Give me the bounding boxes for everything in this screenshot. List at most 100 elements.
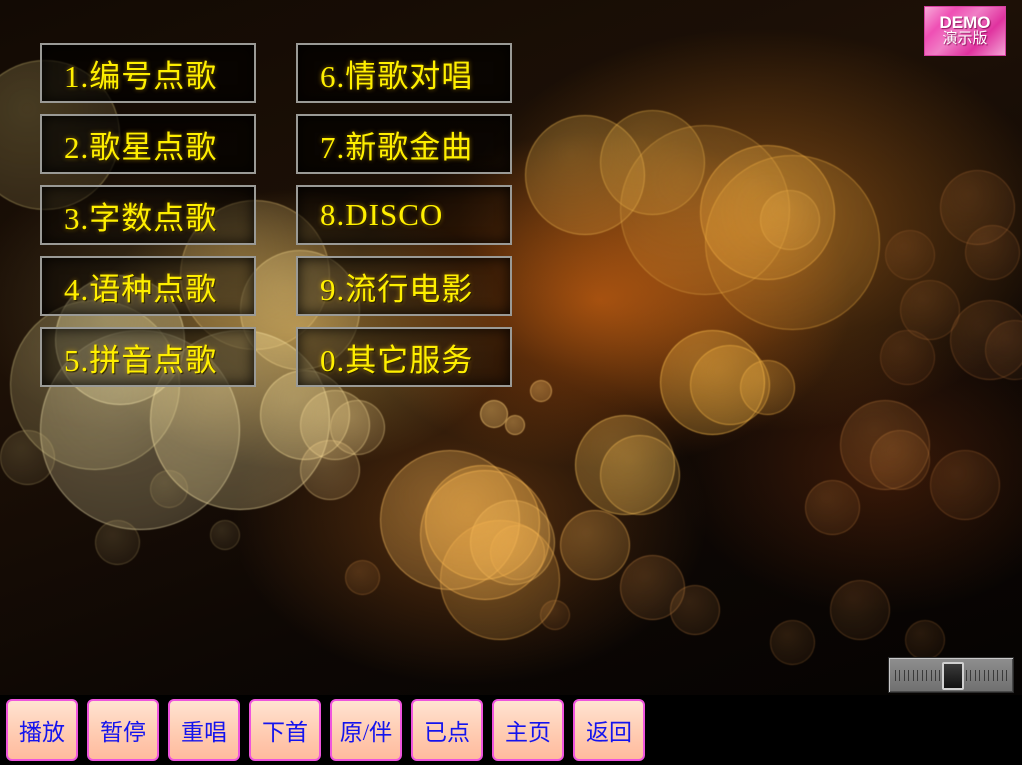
- bokeh-circle: [660, 330, 765, 435]
- menu-button-7[interactable]: 7.新歌金曲: [296, 114, 512, 174]
- bokeh-circle: [985, 320, 1022, 380]
- control-button-replay[interactable]: 重唱: [168, 699, 240, 761]
- menu-button-label: 7.新歌金曲: [320, 129, 474, 165]
- demo-badge-line2: 演示版: [942, 31, 988, 48]
- bokeh-circle: [700, 145, 835, 280]
- slider-tick: [903, 670, 905, 681]
- menu-button-2[interactable]: 2.歌星点歌: [40, 114, 256, 174]
- bokeh-circle: [965, 225, 1020, 280]
- bokeh-circle: [900, 280, 960, 340]
- control-button-label: 返回: [586, 720, 632, 745]
- demo-badge-line1: DEMO: [939, 13, 991, 33]
- bokeh-circle: [770, 620, 815, 665]
- bokeh-circle: [870, 430, 930, 490]
- bokeh-circle: [380, 450, 520, 590]
- bokeh-circle: [505, 415, 525, 435]
- slider-tick: [908, 670, 910, 681]
- bokeh-circle: [480, 400, 508, 428]
- menu-button-label: 9.流行电影: [320, 271, 474, 307]
- bokeh-circle: [885, 230, 935, 280]
- bokeh-circle: [425, 465, 540, 580]
- bokeh-circle: [760, 190, 820, 250]
- control-button-vocal-toggle[interactable]: 原/伴: [330, 699, 402, 761]
- bokeh-circle: [540, 600, 570, 630]
- menu-button-5[interactable]: 5.拼音点歌: [40, 327, 256, 387]
- slider-thumb[interactable]: [942, 662, 964, 690]
- bokeh-circle: [525, 115, 645, 235]
- slider-tick: [979, 670, 981, 681]
- slider-tick: [1001, 670, 1003, 681]
- menu-button-label: 1.编号点歌: [64, 58, 218, 94]
- menu-button-label: 6.情歌对唱: [320, 58, 474, 94]
- slider-tick: [930, 670, 932, 681]
- control-button-label: 主页: [505, 720, 551, 745]
- menu-button-4[interactable]: 4.语种点歌: [40, 256, 256, 316]
- bokeh-circle: [690, 345, 770, 425]
- menu-button-label: 0.其它服务: [320, 342, 474, 378]
- slider-tick: [939, 670, 941, 681]
- control-button-next[interactable]: 下首: [249, 699, 321, 761]
- control-button-label: 播放: [19, 720, 65, 745]
- menu-button-label: 4.语种点歌: [64, 271, 218, 307]
- bokeh-circle: [705, 155, 880, 330]
- bokeh-circle: [150, 470, 188, 508]
- bokeh-circle: [470, 500, 555, 585]
- control-button-label: 暂停: [100, 720, 146, 745]
- control-bar: 播放暂停重唱下首原/伴已点主页返回 热烈的欢迎您的到 音乐无限点歌台 当下软件园…: [0, 695, 1022, 765]
- ktv-main-screen: 1.编号点歌 2.歌星点歌 3.字数点歌 4.语种点歌 5.拼音点歌 6.情歌对唱 7.新歌…: [0, 0, 1022, 765]
- slider-tick: [921, 670, 923, 681]
- menu-button-0[interactable]: 0.其它服务: [296, 327, 512, 387]
- slider-tick: [988, 670, 990, 681]
- menu-button-6[interactable]: 6.情歌对唱: [296, 43, 512, 103]
- menu-button-label: 2.歌星点歌: [64, 129, 218, 165]
- bokeh-circle: [930, 450, 1000, 520]
- slider-tick: [912, 670, 914, 681]
- bokeh-circle: [740, 360, 795, 415]
- bokeh-circle: [420, 470, 550, 600]
- control-button-label: 下首: [262, 720, 308, 745]
- demo-badge: DEMO 演示版: [924, 6, 1006, 56]
- control-button-back[interactable]: 返回: [573, 699, 645, 761]
- control-button-label: 原/伴: [339, 720, 393, 745]
- menu-button-1[interactable]: 1.编号点歌: [40, 43, 256, 103]
- slider-tick: [895, 670, 896, 681]
- slider-tick: [997, 670, 999, 681]
- menu-button-9[interactable]: 9.流行电影: [296, 256, 512, 316]
- bokeh-circle: [0, 430, 55, 485]
- bokeh-circle: [490, 525, 545, 580]
- menu-button-3[interactable]: 3.字数点歌: [40, 185, 256, 245]
- bokeh-circle: [880, 330, 935, 385]
- bokeh-circle: [830, 580, 890, 640]
- bokeh-circle: [840, 400, 930, 490]
- slider-tick: [974, 670, 976, 681]
- control-button-pause[interactable]: 暂停: [87, 699, 159, 761]
- menu-button-8[interactable]: 8.DISCO: [296, 185, 512, 245]
- bokeh-circle: [95, 520, 140, 565]
- bokeh-circle: [300, 440, 360, 500]
- bokeh-circle: [805, 480, 860, 535]
- slider-tick: [966, 670, 967, 681]
- bokeh-circle: [600, 110, 705, 215]
- bokeh-circle: [560, 510, 630, 580]
- bokeh-circle: [600, 435, 680, 515]
- bokeh-circle: [620, 125, 790, 295]
- volume-slider[interactable]: [888, 657, 1014, 693]
- bokeh-circle: [950, 300, 1022, 380]
- bokeh-circle: [330, 400, 385, 455]
- control-button-home[interactable]: 主页: [492, 699, 564, 761]
- menu-button-label: 3.字数点歌: [64, 200, 218, 236]
- control-button-label: 重唱: [181, 720, 227, 745]
- bokeh-circle: [345, 560, 380, 595]
- slider-tick: [970, 670, 972, 681]
- menu-button-label: 8.DISCO: [320, 197, 444, 232]
- bokeh-circle: [905, 620, 945, 660]
- slider-tick: [992, 670, 994, 681]
- slider-tick: [983, 670, 985, 681]
- control-button-queue[interactable]: 已点: [411, 699, 483, 761]
- control-button-play[interactable]: 播放: [6, 699, 78, 761]
- bokeh-circle: [210, 520, 240, 550]
- slider-tick: [899, 670, 901, 681]
- bokeh-circle: [300, 390, 370, 460]
- bokeh-circle: [575, 415, 675, 515]
- slider-tick: [926, 670, 928, 681]
